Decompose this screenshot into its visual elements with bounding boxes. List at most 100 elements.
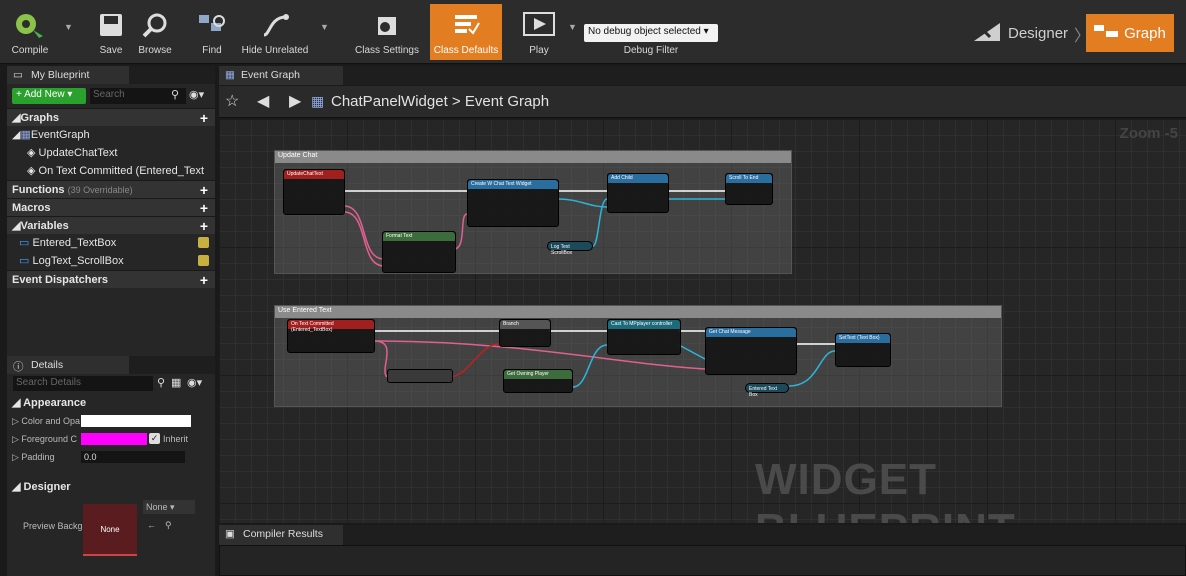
node-title: Cast To MPplayer controller xyxy=(608,320,680,329)
designer-mode-button[interactable]: Designer xyxy=(972,16,1068,50)
variable-logtext-scrollbox[interactable]: ▭ LogText_ScrollBox xyxy=(7,252,215,270)
node-title: Branch xyxy=(500,320,550,329)
back-arrow-icon[interactable]: ◀ xyxy=(257,91,269,111)
variables-label: Variables xyxy=(20,220,69,232)
functions-section[interactable]: Functions (39 Overridable) + xyxy=(7,180,215,198)
browse-button[interactable]: Browse xyxy=(134,4,176,60)
event-graph-item[interactable]: ◢▦EventGraph xyxy=(7,126,215,144)
tab-details[interactable]: ⓘ Details xyxy=(7,356,129,374)
macros-section[interactable]: Macros + xyxy=(7,198,215,216)
designer-mode-label: Designer xyxy=(1008,24,1069,42)
variable-icon: ▭ xyxy=(19,237,30,249)
play-dropdown-arrow[interactable]: ▼ xyxy=(568,22,577,32)
tab-event-graph[interactable]: ▦ Event Graph xyxy=(219,66,343,85)
preview-background-row: Preview Backg None None ▾ ← ⚲ xyxy=(7,496,215,556)
find-button[interactable]: Find xyxy=(194,4,230,60)
foreground-color-swatch[interactable] xyxy=(81,433,147,445)
on-text-committed-item[interactable]: ◈ On Text Committed (Entered_Text xyxy=(7,162,215,180)
arrow-left-icon[interactable]: ← xyxy=(147,518,156,532)
node-compare[interactable] xyxy=(387,369,453,383)
graph-mode-button[interactable]: Graph xyxy=(1086,14,1174,52)
node-title: On Text Committed (Entered_TextBox) xyxy=(288,320,374,333)
grid-view-icon[interactable]: ▦ xyxy=(171,376,181,389)
favorite-star-icon[interactable]: ☆ xyxy=(225,91,239,111)
hide-unrelated-dropdown-arrow[interactable]: ▼ xyxy=(320,22,329,32)
class-defaults-label: Class Defaults xyxy=(433,45,499,56)
node-get-chat-message[interactable]: Get Chat Message xyxy=(705,327,797,375)
add-new-label: + Add New xyxy=(16,89,65,100)
add-function-icon[interactable]: + xyxy=(200,181,208,199)
variables-section[interactable]: ◢Variables + xyxy=(7,216,215,234)
compile-dropdown-arrow[interactable]: ▼ xyxy=(64,22,73,32)
node-title: Scroll To End xyxy=(726,174,772,183)
graphs-section[interactable]: ◢Graphs + xyxy=(7,108,215,126)
play-button[interactable]: Play xyxy=(518,4,560,60)
class-settings-icon xyxy=(372,4,402,45)
visibility-eye-icon[interactable] xyxy=(198,255,209,266)
add-graph-icon[interactable]: + xyxy=(200,109,208,127)
node-create-widget[interactable]: Create W Chat Text Widget xyxy=(467,179,559,227)
add-new-button[interactable]: + Add New ▾ xyxy=(12,88,86,104)
eye-icon[interactable]: ◉▾ xyxy=(189,88,204,101)
node-title: SetText (Text Box) xyxy=(836,334,890,343)
browse-icon xyxy=(141,4,169,45)
padding-label: Padding xyxy=(21,452,55,462)
node-cast-to[interactable]: Cast To MPplayer controller xyxy=(607,319,681,355)
appearance-section[interactable]: ◢ Appearance xyxy=(7,394,215,412)
hide-unrelated-label: Hide Unrelated xyxy=(241,45,309,56)
node-set-text[interactable]: SetText (Text Box) xyxy=(835,333,891,367)
node-format-text[interactable]: Format Text xyxy=(382,231,456,273)
event-dispatchers-label: Event Dispatchers xyxy=(12,274,108,286)
preview-background-swatch[interactable]: None xyxy=(83,504,137,556)
update-chat-text-item[interactable]: ◈ UpdateChatText xyxy=(7,144,215,162)
class-defaults-button[interactable]: Class Defaults xyxy=(430,4,502,60)
tab-my-blueprint[interactable]: ▭ My Blueprint xyxy=(7,66,129,84)
add-dispatcher-icon[interactable]: + xyxy=(200,271,208,289)
preview-background-select[interactable]: None ▾ xyxy=(143,500,195,514)
node-update-chat-text[interactable]: UpdateChatText xyxy=(283,169,345,215)
inherit-checkbox[interactable]: ✓ xyxy=(149,433,160,444)
node-entered-text-box[interactable]: Entered Text Box xyxy=(745,383,789,398)
event-dispatchers-section[interactable]: Event Dispatchers + xyxy=(7,270,215,288)
padding-input[interactable]: 0.0 xyxy=(81,451,185,463)
add-macro-icon[interactable]: + xyxy=(200,199,208,217)
graph-canvas[interactable]: Zoom -5 Update Chat Use Entered Text Upd… xyxy=(219,119,1186,523)
compiler-icon: ▣ xyxy=(225,528,235,540)
graph-mode-label: Graph xyxy=(1124,24,1166,42)
designer-section[interactable]: ◢ Designer xyxy=(7,478,215,496)
node-log-text-scrollbox[interactable]: Log Text ScrollBox xyxy=(547,241,593,256)
functions-note: (39 Overridable) xyxy=(67,185,133,195)
node-add-child[interactable]: Add Child xyxy=(607,173,669,213)
tab-compiler-results-label: Compiler Results xyxy=(243,528,323,540)
graph-tabbar: ▦ Event Graph xyxy=(219,66,1186,85)
hide-unrelated-button[interactable]: Hide Unrelated xyxy=(238,4,312,60)
debug-object-select[interactable]: No debug object selected ▾ xyxy=(584,24,718,42)
main-toolbar: Compile ▼ Save Browse Find Hide Unrelate… xyxy=(0,0,1186,64)
compile-button[interactable]: Compile xyxy=(4,4,56,60)
search-icon: ⚲ xyxy=(171,89,180,101)
color-opacity-swatch[interactable] xyxy=(81,415,191,427)
find-icon xyxy=(197,4,227,45)
eye-icon[interactable]: ◉▾ xyxy=(187,376,202,389)
breadcrumb-separator: > xyxy=(451,93,461,110)
class-settings-button[interactable]: Class Settings xyxy=(352,4,422,60)
node-branch[interactable]: Branch xyxy=(499,319,551,347)
node-on-text-committed[interactable]: On Text Committed (Entered_TextBox) xyxy=(287,319,375,353)
event-graph-icon: ▦ xyxy=(225,69,235,81)
visibility-eye-icon[interactable] xyxy=(198,237,209,248)
details-tabbar: ⓘ Details xyxy=(7,356,215,374)
add-variable-icon[interactable]: + xyxy=(200,217,208,235)
forward-arrow-icon[interactable]: ▶ xyxy=(289,91,301,111)
breadcrumb-leaf[interactable]: Event Graph xyxy=(465,93,549,110)
details-search-input[interactable]: Search Details xyxy=(13,376,153,391)
save-button[interactable]: Save xyxy=(92,4,130,60)
variable-entered-textbox[interactable]: ▭ Entered_TextBox xyxy=(7,234,215,252)
node-get-owning-player[interactable]: Get Owning Player xyxy=(503,369,573,393)
preview-background-label: Preview Backg xyxy=(23,521,83,531)
search-icon[interactable]: ⚲ xyxy=(165,518,172,532)
node-scroll-to-end[interactable]: Scroll To End xyxy=(725,173,773,205)
tab-compiler-results[interactable]: ▣ Compiler Results xyxy=(219,525,343,545)
class-settings-label: Class Settings xyxy=(355,45,419,56)
breadcrumb-root[interactable]: ChatPanelWidget xyxy=(331,93,448,110)
foreground-color-label: Foreground C xyxy=(21,434,77,444)
